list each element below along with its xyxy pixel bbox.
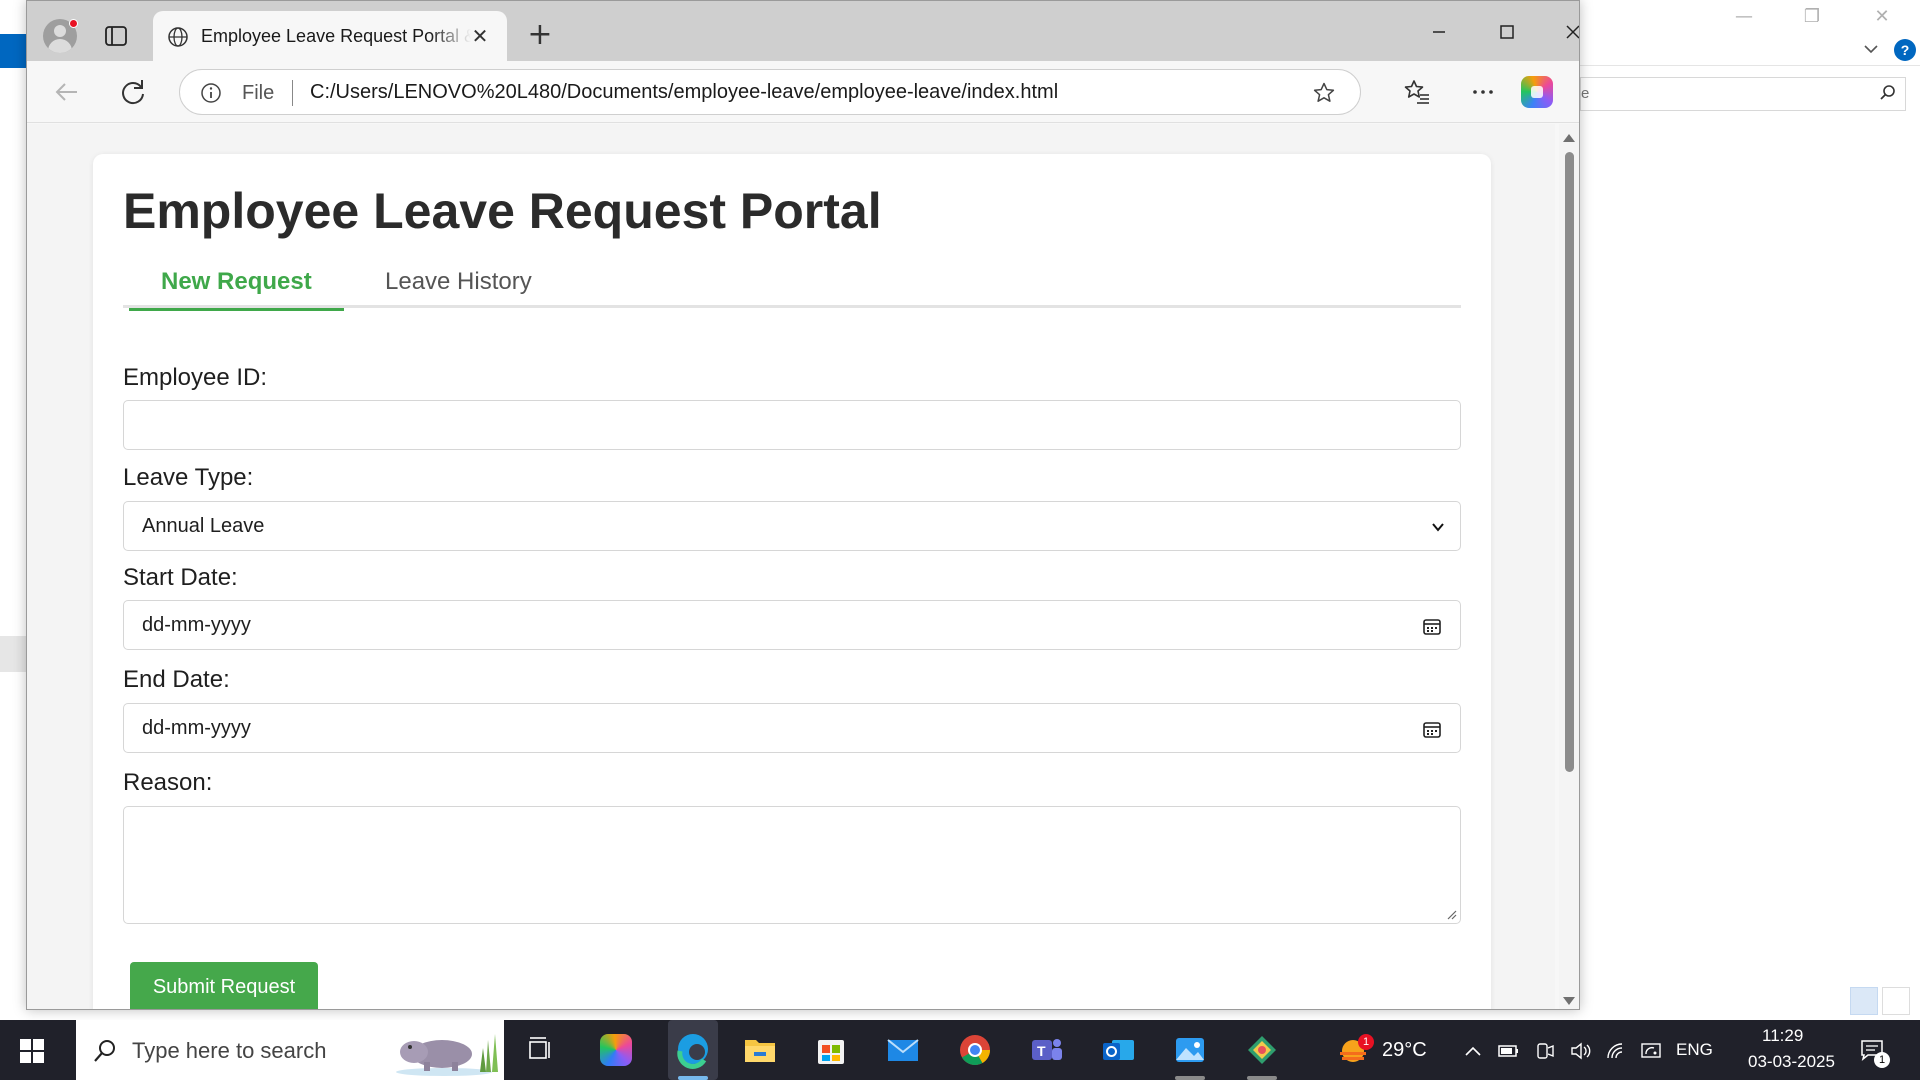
favorites-icon[interactable] [1403,78,1431,106]
windows-start-icon[interactable] [20,1039,44,1063]
notification-count-badge: 1 [1874,1052,1890,1068]
copilot-app-icon[interactable] [600,1034,632,1066]
end-date-placeholder: dd-mm-yyyy [142,717,251,739]
background-sidebar-accent [0,34,26,68]
vertical-scrollbar[interactable] [1559,124,1579,1009]
chevron-down-icon [1432,523,1444,532]
outlook-icon[interactable] [1098,1030,1138,1070]
chevron-down-icon[interactable] [1862,40,1880,58]
refresh-icon[interactable] [117,76,149,108]
leave-type-select[interactable]: Annual Leave [123,501,1461,551]
close-tab-icon[interactable]: ✕ [469,25,491,47]
search-icon [1880,85,1895,100]
browser-tab-active[interactable]: Employee Leave Request Portal & ✕ [153,11,507,61]
weather-temperature[interactable]: 29°C [1382,1039,1427,1062]
details-view-icon[interactable] [1850,987,1878,1015]
calendar-icon[interactable] [1422,616,1442,636]
chevron-up-icon[interactable] [1462,1042,1484,1060]
snipping-running-indicator [1247,1076,1277,1080]
battery-icon[interactable] [1498,1042,1520,1060]
photos-running-indicator [1175,1076,1205,1080]
microsoft-store-icon[interactable] [811,1030,851,1070]
calendar-icon[interactable] [1422,719,1442,739]
background-close-button[interactable]: ✕ [1862,6,1902,30]
tab-strip: Employee Leave Request Portal & ✕ + [27,1,1579,61]
tab-actions-icon[interactable] [103,23,129,49]
profile-notification-dot [69,19,78,28]
file-scheme-label: File [242,82,275,104]
background-search-text: e [1581,85,1590,102]
resize-grip-icon[interactable] [1445,908,1457,920]
preview-view-icon[interactable] [1882,987,1910,1015]
hippo-illustration-icon [396,1034,498,1076]
browser-toolbar: File C:/Users/LENOVO%20L480/Documents/em… [27,61,1579,123]
taskbar-search-box[interactable]: Type here to search [76,1020,504,1080]
snipping-tool-icon[interactable] [1242,1030,1282,1070]
tab-title: Employee Leave Request Portal & [201,26,471,46]
search-icon [94,1040,115,1062]
meet-now-icon[interactable] [1534,1042,1556,1060]
back-arrow-icon[interactable] [51,76,83,108]
scroll-thumb[interactable] [1565,152,1574,772]
favorite-star-icon[interactable] [1312,81,1336,105]
form-card: Employee Leave Request Portal New Reques… [93,154,1491,1009]
background-sidebar-selection [0,636,26,672]
start-date-placeholder: dd-mm-yyyy [142,614,251,636]
weather-alert-badge: 1 [1358,1034,1374,1050]
photos-icon[interactable] [1170,1030,1210,1070]
reason-label: Reason: [123,769,213,796]
globe-icon [168,27,188,47]
new-tab-button[interactable]: + [523,19,557,53]
end-date-label: End Date: [123,666,230,693]
scroll-down-arrow[interactable] [1563,997,1575,1005]
leave-type-label: Leave Type: [123,464,254,491]
mail-icon[interactable] [883,1030,923,1070]
url-text[interactable]: C:/Users/LENOVO%20L480/Documents/employe… [310,81,1058,104]
chrome-icon[interactable] [955,1030,995,1070]
task-view-icon[interactable] [520,1030,560,1070]
browser-window: Employee Leave Request Portal & ✕ + File… [26,0,1580,1010]
employee-id-input[interactable] [123,400,1461,450]
edge-active-indicator [678,1076,708,1080]
page-tabs: New Request Leave History [123,256,1461,311]
tab-new-request[interactable]: New Request [129,266,344,311]
background-search-box[interactable]: e [1580,77,1906,111]
start-date-label: Start Date: [123,564,238,591]
svg-text:T: T [1037,1043,1046,1059]
minimize-button[interactable] [1417,15,1461,49]
end-date-input[interactable]: dd-mm-yyyy [123,703,1461,753]
info-icon[interactable] [200,82,222,104]
page-title: Employee Leave Request Portal [123,183,882,239]
taskbar-search-placeholder: Type here to search [132,1038,327,1063]
input-language[interactable]: ENG [1676,1040,1713,1060]
start-date-input[interactable]: dd-mm-yyyy [123,600,1461,650]
maximize-button[interactable] [1485,15,1529,49]
volume-icon[interactable] [1570,1042,1592,1060]
clock-time[interactable]: 11:29 [1762,1026,1803,1046]
teams-icon[interactable]: T [1026,1030,1066,1070]
copilot-icon[interactable] [1521,76,1553,108]
wifi-icon[interactable] [1606,1042,1628,1060]
file-explorer-icon[interactable] [740,1030,780,1070]
leave-type-selected: Annual Leave [142,515,265,537]
help-icon[interactable]: ? [1894,39,1916,61]
windows-taskbar: Type here to search T 1 29°C ENG 11:29 0… [0,1020,1920,1080]
network-adapter-icon[interactable] [1640,1042,1662,1060]
tab-leave-history[interactable]: Leave History [353,266,564,311]
page-viewport: Employee Leave Request Portal New Reques… [27,124,1555,1009]
address-separator [292,80,293,106]
reason-textarea[interactable] [123,806,1461,924]
employee-id-label: Employee ID: [123,364,268,391]
address-bar[interactable]: File C:/Users/LENOVO%20L480/Documents/em… [179,69,1361,115]
background-minimize-button[interactable]: — [1724,6,1764,30]
close-window-button[interactable] [1551,15,1579,49]
scroll-up-arrow[interactable] [1563,134,1575,142]
edge-app-icon[interactable] [668,1020,718,1080]
submit-request-button[interactable]: Submit Request [130,962,318,1009]
background-restore-button[interactable]: ❐ [1792,6,1832,30]
more-options-icon[interactable] [1469,78,1497,106]
clock-date[interactable]: 03-03-2025 [1748,1052,1835,1072]
